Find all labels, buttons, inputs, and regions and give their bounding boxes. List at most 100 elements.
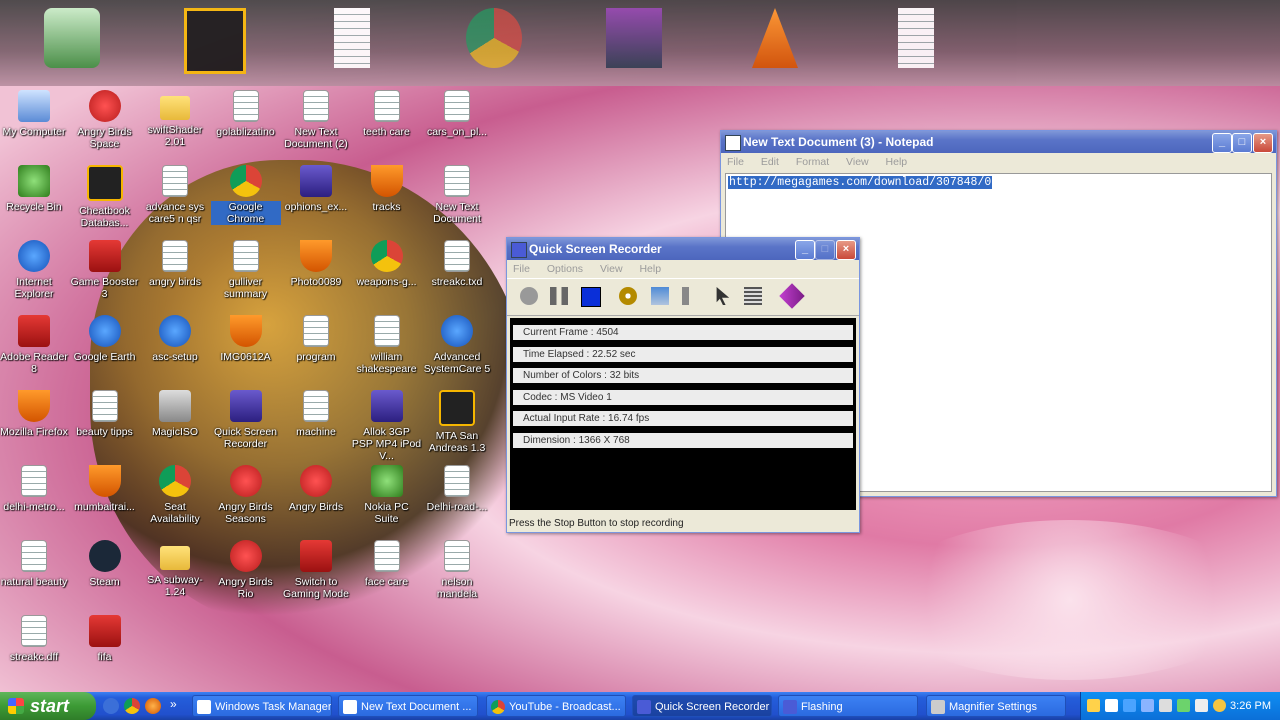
desktop-icon[interactable]: swiftShader 2.01 — [140, 90, 210, 148]
desktop-icon[interactable]: program — [281, 315, 351, 363]
desktop-icon[interactable]: streakc.txd — [422, 240, 492, 288]
desktop-icon[interactable]: New Text Document (2) — [281, 90, 351, 150]
menu-view[interactable]: View — [600, 263, 623, 275]
desktop-icon[interactable]: advance sys care5 n qsr — [140, 165, 210, 225]
keyboard-icon[interactable] — [744, 287, 762, 305]
desktop-icon[interactable]: Switch to Gaming Mode — [281, 540, 351, 600]
desktop-icon[interactable]: teeth care — [352, 90, 422, 138]
audio-icon[interactable] — [682, 287, 700, 305]
desktop-icon[interactable]: Quick Screen Recorder — [211, 390, 281, 450]
desktop-icon[interactable]: angry birds — [140, 240, 210, 288]
security-icon[interactable] — [1213, 699, 1226, 712]
display-icon[interactable] — [1141, 699, 1154, 712]
close-button[interactable]: × — [836, 240, 856, 260]
desktop-icon[interactable]: Delhi-road-... — [422, 465, 492, 513]
firefox-quicklaunch-icon[interactable] — [145, 698, 161, 714]
desktop-icon[interactable]: tracks — [352, 165, 422, 213]
selected-url-text[interactable]: http://megagames.com/download/307848/0 — [728, 176, 993, 189]
maximize-button[interactable]: □ — [1232, 133, 1252, 153]
menu-format[interactable]: Format — [796, 156, 829, 168]
desktop-icon[interactable]: SA subway-1.24 — [140, 540, 210, 598]
desktop-icon[interactable]: mumbaitrai... — [70, 465, 140, 513]
desktop-icon[interactable]: New Text Document — [422, 165, 492, 225]
desktop-icon[interactable]: MTA San Andreas 1.3 — [422, 390, 492, 454]
desktop-icon[interactable]: golablizatino — [211, 90, 281, 138]
minimize-button[interactable]: _ — [795, 240, 815, 260]
clock[interactable]: 3:26 PM — [1230, 692, 1271, 720]
desktop-icon[interactable]: natural beauty — [0, 540, 69, 588]
recorder-window[interactable]: Quick Screen Recorder _ □ × File Options… — [506, 237, 860, 533]
show-desktop-icon[interactable] — [103, 698, 119, 714]
task-magnifier-settings[interactable]: Magnifier Settings — [926, 695, 1066, 717]
desktop-icon[interactable]: ophions_ex... — [281, 165, 351, 213]
desktop-icon[interactable]: gulliver summary — [211, 240, 281, 300]
desktop-icon[interactable]: Game Booster 3 — [70, 240, 140, 300]
desktop-icon[interactable]: MagicISO — [140, 390, 210, 438]
monitor-icon[interactable] — [1159, 699, 1172, 712]
desktop-icon[interactable]: Angry Birds Rio — [211, 540, 281, 600]
minimize-button[interactable]: _ — [1212, 133, 1232, 153]
network-icon[interactable] — [1105, 699, 1118, 712]
desktop-icon[interactable]: Angry Birds Seasons — [211, 465, 281, 525]
desktop-icon[interactable]: Internet Explorer — [0, 240, 69, 300]
volume-icon[interactable] — [1195, 699, 1208, 712]
desktop-icon-label: Nokia PC Suite — [364, 501, 409, 525]
menu-help[interactable]: Help — [639, 263, 661, 275]
desktop-icon[interactable]: fifa — [70, 615, 140, 663]
desktop-icon[interactable]: machine — [281, 390, 351, 438]
menu-view[interactable]: View — [846, 156, 869, 168]
task-youtube[interactable]: YouTube - Broadcast... — [486, 695, 626, 717]
desktop-icon[interactable]: nelson mandela — [422, 540, 492, 600]
desktop-icon[interactable]: beauty tipps — [70, 390, 140, 438]
chevron-left-icon[interactable] — [1123, 699, 1136, 712]
desktop-icon[interactable]: william shakespeare — [352, 315, 422, 375]
chrome-quicklaunch-icon[interactable] — [124, 698, 140, 714]
settings-gear-icon[interactable] — [619, 287, 637, 305]
desktop-icon[interactable]: Google Earth — [70, 315, 140, 363]
desktop-icon[interactable]: Adobe Reader 8 — [0, 315, 69, 375]
eraser-icon[interactable] — [779, 283, 805, 309]
desktop-icon[interactable]: Google Chrome — [210, 165, 281, 225]
desktop-icon[interactable]: asc-setup — [140, 315, 210, 363]
safely-remove-icon[interactable] — [1177, 699, 1190, 712]
desktop-icon[interactable]: Steam — [70, 540, 140, 588]
recorder-titlebar[interactable]: Quick Screen Recorder _ □ × — [507, 238, 859, 260]
desktop-icon[interactable]: Seat Availability — [140, 465, 210, 525]
desktop-icon[interactable]: My Computer — [0, 90, 69, 138]
task-flashing[interactable]: Flashing — [778, 695, 918, 717]
menu-edit[interactable]: Edit — [761, 156, 779, 168]
desktop-icon[interactable]: Angry Birds — [281, 465, 351, 513]
desktop-icon[interactable]: Recycle Bin — [0, 165, 69, 213]
stop-icon[interactable] — [581, 287, 601, 307]
record-icon[interactable] — [520, 287, 538, 305]
desktop-icon[interactable]: Photo0089 — [281, 240, 351, 288]
menu-file[interactable]: File — [727, 156, 744, 168]
menu-help[interactable]: Help — [886, 156, 908, 168]
screen-region-icon[interactable] — [651, 287, 669, 305]
menu-file[interactable]: File — [513, 263, 530, 275]
desktop-icon[interactable]: Cheatbook Databas... — [70, 165, 140, 229]
desktop-icon[interactable]: Allok 3GP PSP MP4 iPod V... — [352, 390, 422, 462]
start-button[interactable]: start — [0, 692, 96, 720]
desktop-icon[interactable]: Nokia PC Suite — [352, 465, 422, 525]
desktop-icon[interactable]: streakc.dff — [0, 615, 69, 663]
desktop-icon[interactable]: Mozilla Firefox — [0, 390, 69, 438]
desktop-icon[interactable]: delhi-metro... — [0, 465, 69, 513]
close-button[interactable]: × — [1253, 133, 1273, 153]
cursor-icon[interactable] — [716, 287, 730, 305]
desktop-icon[interactable]: face care — [352, 540, 422, 588]
quicklaunch-chevron-icon[interactable]: » — [170, 697, 177, 711]
desktop-icon[interactable]: IMG0612A — [211, 315, 281, 363]
help-icon[interactable] — [1087, 699, 1100, 712]
task-windows-task-manager[interactable]: Windows Task Manager — [192, 695, 332, 717]
desktop-icon[interactable]: Angry Birds Space — [70, 90, 140, 150]
desktop-icon[interactable]: weapons-g... — [352, 240, 422, 288]
task-notepad[interactable]: New Text Document ... — [338, 695, 478, 717]
notepad-titlebar[interactable]: New Text Document (3) - Notepad _ □ × — [721, 131, 1276, 153]
pause-icon[interactable] — [550, 287, 568, 305]
desktop-icon-label: Game Booster 3 — [70, 276, 139, 300]
desktop-icon[interactable]: cars_on_pl... — [422, 90, 492, 138]
task-quick-screen-recorder[interactable]: Quick Screen Recorder — [632, 695, 772, 717]
menu-options[interactable]: Options — [547, 263, 583, 275]
desktop-icon[interactable]: Advanced SystemCare 5 — [422, 315, 492, 375]
